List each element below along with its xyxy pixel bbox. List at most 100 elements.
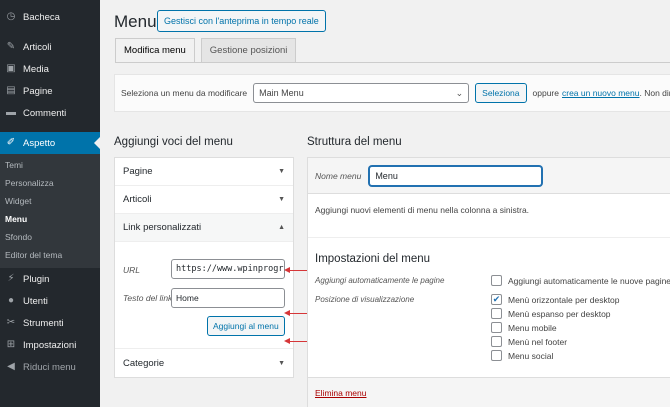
location-option[interactable]: ✔ Menù orizzontale per desktop xyxy=(491,294,620,305)
comments-icon: ▬ xyxy=(6,107,16,118)
accordion-label: Categorie xyxy=(123,357,165,369)
custom-links-body: URL https://www.wpinprogr Testo del link… xyxy=(115,242,293,349)
accordion-categories[interactable]: Categorie ▼ xyxy=(115,349,293,377)
add-items-title: Aggiungi voci del menu xyxy=(114,136,233,148)
page-title: Menu xyxy=(114,12,157,31)
sidebar-item-strumenti[interactable]: ✂ Strumenti xyxy=(0,312,100,334)
location-option[interactable]: Menù nel footer xyxy=(491,336,567,347)
menu-select-bar: Seleziona un menu da modificare Main Men… xyxy=(114,74,670,112)
add-to-menu-button[interactable]: Aggiungi al menu xyxy=(207,316,285,336)
nav-tabs: Modifica menu Gestione posizioni xyxy=(115,38,297,62)
caret-up-icon: ▲ xyxy=(278,224,285,231)
sidebar-item-plugin[interactable]: ⚡ Plugin xyxy=(0,268,100,290)
url-label: URL xyxy=(123,265,141,275)
accordion-label: Pagine xyxy=(123,166,153,177)
caret-down-icon: ▼ xyxy=(278,168,285,175)
collapse-label: Riduci menu xyxy=(23,361,76,373)
accordion-pages[interactable]: Pagine ▼ xyxy=(115,158,293,186)
location-checkbox[interactable] xyxy=(491,308,502,319)
location-label: Menù espanso per desktop xyxy=(508,308,611,319)
location-label: Menu social xyxy=(508,350,554,361)
link-text-input[interactable]: Home xyxy=(171,288,285,308)
trailing-text: . Non dime xyxy=(639,88,670,98)
auto-add-checkbox[interactable] xyxy=(491,275,502,286)
create-menu-link[interactable]: crea un nuovo menu xyxy=(562,88,640,98)
accordion-label: Link personalizzati xyxy=(123,222,202,233)
auto-add-option[interactable]: Aggiungi automaticamente le nuove pagine xyxy=(491,275,670,286)
caret-down-icon: ▼ xyxy=(278,359,285,367)
location-checkbox[interactable] xyxy=(491,322,502,333)
add-items-panel: Pagine ▼ Articoli ▼ Link personalizzati … xyxy=(114,157,294,378)
accordion-posts[interactable]: Articoli ▼ xyxy=(115,186,293,214)
structure-hint: Aggiungi nuovi elementi di menu nella co… xyxy=(315,205,530,215)
pin-icon: ✎ xyxy=(6,41,16,52)
select-menu-label: Seleziona un menu da modificare xyxy=(121,88,248,98)
location-label: Menu mobile xyxy=(508,322,557,333)
sidebar-item-label: Utenti xyxy=(23,295,48,307)
or-text: oppure xyxy=(532,88,559,98)
sidebar-item-label: Articoli xyxy=(23,41,52,53)
menu-name-input[interactable]: Menu xyxy=(369,165,543,186)
tab-edit-menu[interactable]: Modifica menu xyxy=(115,38,195,62)
sidebar-item-label: Pagine xyxy=(23,85,53,97)
tools-icon: ✂ xyxy=(6,317,16,328)
sidebar-item-commenti[interactable]: ▬ Commenti xyxy=(0,102,100,124)
menu-select-value: Main Menu xyxy=(259,88,304,98)
submenu-item-editor[interactable]: Editor del tema xyxy=(0,246,100,264)
appearance-submenu: Temi Personalizza Widget Menu Sfondo Edi… xyxy=(0,154,100,268)
location-label: Menù orizzontale per desktop xyxy=(508,294,620,305)
caret-down-icon: ▼ xyxy=(278,196,285,203)
plugin-icon: ⚡ xyxy=(7,273,15,284)
sidebar-item-articoli[interactable]: ✎ Articoli xyxy=(0,36,100,58)
location-checkbox-checked[interactable]: ✔ xyxy=(491,294,502,305)
divider xyxy=(308,237,670,238)
admin-sidebar: ◷ Bacheca ✎ Articoli ▣ Media ▤ Pagine ▬ … xyxy=(0,0,100,407)
location-option[interactable]: Menù espanso per desktop xyxy=(491,308,611,319)
display-location-label: Posizione di visualizzazione xyxy=(315,295,415,304)
link-text-label: Testo del link xyxy=(123,293,173,303)
collapse-menu-button[interactable]: ◀ Riduci menu xyxy=(0,356,100,378)
media-icon: ▣ xyxy=(6,63,16,74)
location-option[interactable]: Menu social xyxy=(491,350,553,361)
url-input[interactable]: https://www.wpinprogr xyxy=(171,259,285,279)
sidebar-item-aspetto[interactable]: ✐ Aspetto xyxy=(0,132,100,154)
sidebar-item-label: Aspetto xyxy=(23,137,56,149)
sidebar-item-media[interactable]: ▣ Media xyxy=(0,58,100,80)
live-preview-button[interactable]: Gestisci con l'anteprima in tempo reale xyxy=(157,10,326,32)
sidebar-item-utenti[interactable]: ● Utenti xyxy=(0,290,100,312)
main-content: Menu Gestisci con l'anteprima in tempo r… xyxy=(100,0,670,407)
sidebar-item-label: Commenti xyxy=(23,107,67,119)
sidebar-item-label: Plugin xyxy=(23,273,50,285)
location-label: Menù nel footer xyxy=(508,336,568,347)
settings-icon: ⊞ xyxy=(6,339,16,350)
submenu-item-temi[interactable]: Temi xyxy=(0,156,100,174)
delete-menu-link[interactable]: Elimina menu xyxy=(315,388,367,398)
menu-structure-panel: Nome menu Menu Aggiungi nuovi elementi d… xyxy=(307,157,670,407)
collapse-icon: ◀ xyxy=(7,361,15,372)
submenu-item-personalizza[interactable]: Personalizza xyxy=(0,174,100,192)
location-checkbox[interactable] xyxy=(491,336,502,347)
accordion-label: Articoli xyxy=(123,194,152,205)
sidebar-item-pagine[interactable]: ▤ Pagine xyxy=(0,80,100,102)
accordion-custom-links[interactable]: Link personalizzati ▲ xyxy=(115,214,293,242)
tabs-divider xyxy=(115,62,670,63)
tab-manage-locations[interactable]: Gestione posizioni xyxy=(200,38,297,62)
menu-settings-title: Impostazioni del menu xyxy=(315,253,431,265)
submenu-item-widget[interactable]: Widget xyxy=(0,192,100,210)
menu-select-dropdown[interactable]: Main Menu ⌄ xyxy=(253,83,470,103)
sidebar-item-label: Impostazioni xyxy=(23,339,77,351)
auto-add-label: Aggiungi automaticamente le pagine xyxy=(315,276,445,285)
menu-name-row: Nome menu Menu xyxy=(308,158,670,194)
submenu-item-menu[interactable]: Menu xyxy=(0,210,100,228)
users-icon: ● xyxy=(7,295,15,306)
dashboard-icon: ◷ xyxy=(6,11,16,22)
accordion: Pagine ▼ Articoli ▼ Link personalizzati … xyxy=(114,157,294,378)
sidebar-item-bacheca[interactable]: ◷ Bacheca xyxy=(0,6,100,28)
location-option[interactable]: Menu mobile xyxy=(491,322,557,333)
sidebar-item-impostazioni[interactable]: ⊞ Impostazioni xyxy=(0,334,100,356)
menu-footer-bar: Elimina menu xyxy=(308,377,670,407)
location-checkbox[interactable] xyxy=(491,350,502,361)
pages-icon: ▤ xyxy=(6,85,16,96)
select-button[interactable]: Seleziona xyxy=(475,83,527,103)
submenu-item-sfondo[interactable]: Sfondo xyxy=(0,228,100,246)
